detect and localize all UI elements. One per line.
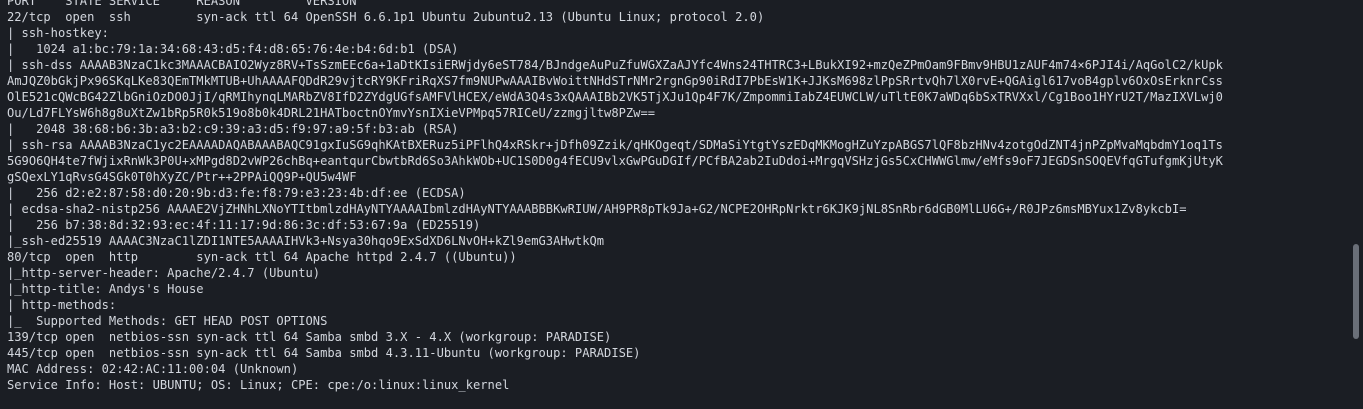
ssh-dss-key-line: AmJQZ0bGkjPx96SKqLKe83QEmTMkMTUB+UhAAAAF… — [7, 74, 1223, 88]
port-139-line: 139/tcp open netbios-ssn syn-ack ttl 64 … — [7, 330, 612, 344]
http-server-header-line: |_http-server-header: Apache/2.4.7 (Ubun… — [7, 266, 321, 280]
dsa-fingerprint-line: | 1024 a1:bc:79:1a:34:68:43:d5:f4:d8:65:… — [7, 42, 459, 56]
port-80-line: 80/tcp open http syn-ack ttl 64 Apache h… — [7, 250, 517, 264]
ssh-hostkey-heading: | ssh-hostkey: — [7, 26, 117, 40]
ed25519-fingerprint-line: | 256 b7:38:8d:32:93:ec:4f:11:17:9d:86:3… — [7, 218, 481, 232]
http-title-line: |_http-title: Andys's House — [7, 282, 204, 296]
port-445-line: 445/tcp open netbios-ssn syn-ack ttl 64 … — [7, 346, 641, 360]
scrollbar-thumb[interactable] — [1353, 244, 1359, 339]
ssh-rsa-key-line: | ssh-rsa AAAAB3NzaC1yc2EAAAADAQABAAABAQ… — [7, 138, 1223, 152]
ssh-dss-key-line: Ou/Ld7FLYsW6h8g8uXtZw1bRp5R0k519o8b0k4DR… — [7, 106, 656, 120]
ssh-dss-key-line: OlE521cQWcBG42ZlbGniOzDO0JjI/qRMIhynqLMA… — [7, 90, 1223, 104]
http-supported-methods-line: |_ Supported Methods: GET HEAD POST OPTI… — [7, 314, 328, 328]
ecdsa-fingerprint-line: | 256 d2:e2:87:58:d0:20:9b:d3:fe:f8:79:e… — [7, 186, 466, 200]
http-methods-heading: | http-methods: — [7, 298, 124, 312]
table-header: PORT STATE SERVICE REASON VERSION — [7, 0, 357, 8]
ecdsa-key-line: | ecdsa-sha2-nistp256 AAAAE2VjZHNhLXNoYT… — [7, 202, 1187, 216]
port-22-line: 22/tcp open ssh syn-ack ttl 64 OpenSSH 6… — [7, 10, 765, 24]
service-info-line: Service Info: Host: UBUNTU; OS: Linux; C… — [7, 378, 510, 392]
terminal-output[interactable]: PORT STATE SERVICE REASON VERSION 22/tcp… — [0, 0, 1349, 409]
terminal-lines: PORT STATE SERVICE REASON VERSION 22/tcp… — [7, 0, 1223, 393]
mac-address-line: MAC Address: 02:42:AC:11:00:04 (Unknown) — [7, 362, 299, 376]
ed25519-key-line: |_ssh-ed25519 AAAAC3NzaC1lZDI1NTE5AAAAIH… — [7, 234, 605, 248]
ssh-dss-key-line: | ssh-dss AAAAB3NzaC1kc3MAAACBAIO2Wyz8RV… — [7, 58, 1223, 72]
rsa-fingerprint-line: | 2048 38:68:b6:3b:a3:b2:c9:39:a3:d5:f9:… — [7, 122, 459, 136]
ssh-rsa-key-line: gSQexLY1qRvsG4SGk0T0hXyZC/Ptr++2PPAiQQ9P… — [7, 170, 357, 184]
vertical-scrollbar[interactable] — [1349, 0, 1363, 409]
ssh-rsa-key-line: 5G9O6QH4te7fWjixRnWk3P0U+xMPgd8D2vWP26ch… — [7, 154, 1223, 168]
